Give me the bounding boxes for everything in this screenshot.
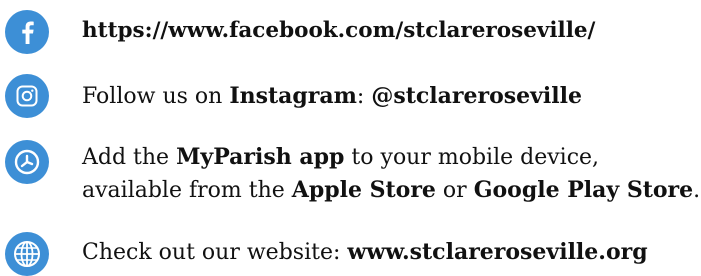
app-suffix: to your mobile device,: [344, 145, 600, 170]
instagram-icon[interactable]: [5, 74, 49, 118]
instagram-prefix: Follow us on: [82, 84, 230, 109]
app-line-1: Add the MyParish app to your mobile devi…: [82, 142, 599, 173]
apple-store-link[interactable]: Apple Store: [292, 177, 436, 203]
instagram-separator: :: [356, 84, 372, 109]
instagram-handle-link[interactable]: @stclareroseville: [371, 83, 582, 109]
app-line2-prefix: available from the: [82, 178, 292, 203]
instagram-text: Follow us on Instagram: @stclarerosevill…: [82, 81, 582, 112]
myparish-app-icon[interactable]: [5, 140, 49, 184]
facebook-icon[interactable]: [5, 10, 49, 54]
google-play-store-link[interactable]: Google Play Store: [474, 177, 693, 203]
app-end-period: .: [693, 178, 701, 203]
app-name: MyParish app: [176, 144, 345, 170]
website-text: Check out our website: www.stclarerosevi…: [82, 237, 648, 268]
app-or-text: or: [435, 178, 474, 203]
facebook-url-link[interactable]: https://www.facebook.com/stclarerosevill…: [82, 16, 595, 46]
globe-icon[interactable]: [5, 232, 49, 276]
website-prefix: Check out our website:: [82, 240, 348, 265]
website-url-link[interactable]: www.stclareroseville.org: [347, 239, 647, 265]
app-line-2: available from the Apple Store or Google…: [82, 175, 700, 206]
app-prefix: Add the: [82, 145, 177, 170]
instagram-platform: Instagram: [229, 83, 357, 109]
